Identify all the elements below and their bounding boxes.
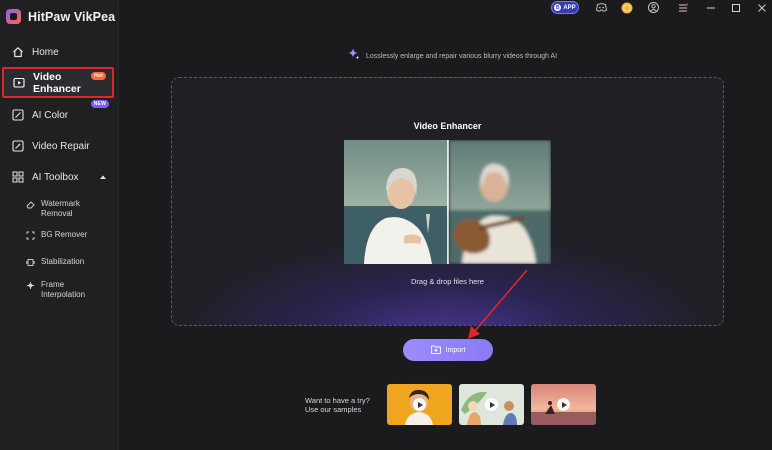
samples-prompt: Want to have a try? Use our samples [305,396,370,414]
sidebar-item-ai-color[interactable]: AI Color NEW [0,100,119,130]
subtitle-text: Losslessly enlarge and repair various bl… [366,52,558,60]
sample-video-2[interactable] [459,384,524,425]
drop-zone[interactable]: Video Enhancer Drag & drop files here [171,77,724,326]
app-badge-label: APP [563,4,576,11]
samples-prompt-line1: Want to have a try? [305,396,370,405]
hot-badge: Hot [91,72,106,80]
coin-icon[interactable] [620,1,633,14]
video-enhancer-icon [13,77,25,89]
play-icon [485,398,498,411]
drop-zone-hint: Drag & drop files here [411,277,484,286]
app-name: HitPaw VikPea [28,9,116,24]
user-icon[interactable] [647,1,660,14]
chevron-up-icon[interactable] [97,171,109,183]
sidebar-item-label: Home [32,46,59,58]
import-label: Import [445,346,466,354]
video-repair-icon [12,140,24,152]
sidebar-item-label: Video Repair [32,140,90,152]
discord-icon[interactable] [595,1,608,14]
toolbox-item-frame-interpolation[interactable]: Frame Interpolation [26,280,101,299]
close-icon[interactable] [755,1,768,14]
maximize-icon[interactable] [729,1,742,14]
sidebar-item-label: AI Toolbox [32,171,79,183]
play-icon [557,398,570,411]
toolbox-item-label: Frame Interpolation [41,280,86,299]
stabilization-icon [26,258,35,267]
import-button[interactable]: Import [403,339,493,361]
sparkle-icon [348,47,360,65]
toolbox-item-label: BG Remover [41,230,88,239]
toolbox-icon [12,171,24,183]
drop-zone-title: Video Enhancer [413,121,482,131]
bg-remover-icon [26,231,35,240]
sidebar-item-video-enhancer[interactable]: Video Enhancer Hot [2,67,114,98]
app-badge-button[interactable]: B APP [551,1,579,14]
ai-color-icon [12,109,24,121]
title-bar: B APP [120,0,772,16]
sidebar-item-home[interactable]: Home [0,37,119,67]
frame-interpolation-icon [26,281,35,290]
home-icon [12,46,24,58]
before-after-preview [344,140,551,264]
minimize-icon[interactable] [704,1,717,14]
menu-icon[interactable] [676,1,689,14]
sample-video-1[interactable] [387,384,452,425]
new-badge: NEW [90,100,109,108]
sidebar-item-ai-toolbox[interactable]: AI Toolbox [0,162,119,192]
sample-video-3[interactable] [531,384,596,425]
brand: HitPaw VikPea [6,9,115,24]
toolbox-item-watermark-removal[interactable]: Watermark Removal [26,199,101,218]
toolbox-item-bg-remover[interactable]: BG Remover [26,230,101,240]
folder-plus-icon [430,341,441,359]
eraser-icon [26,200,35,209]
app-logo-icon [6,9,21,24]
play-icon [413,398,426,411]
app-badge-icon: B [554,4,562,11]
toolbox-item-label: Watermark Removal [41,199,80,218]
sidebar: HitPaw VikPea Home Video Enhancer Hot AI… [0,0,119,450]
sidebar-item-video-repair[interactable]: Video Repair [0,131,119,161]
toolbox-item-label: Stabilization [41,257,85,266]
sidebar-item-label: AI Color [32,109,69,121]
feature-subtitle: Losslessly enlarge and repair various bl… [348,47,557,65]
samples-prompt-line2: Use our samples [305,405,362,414]
toolbox-item-stabilization[interactable]: Stabilization [26,257,101,267]
